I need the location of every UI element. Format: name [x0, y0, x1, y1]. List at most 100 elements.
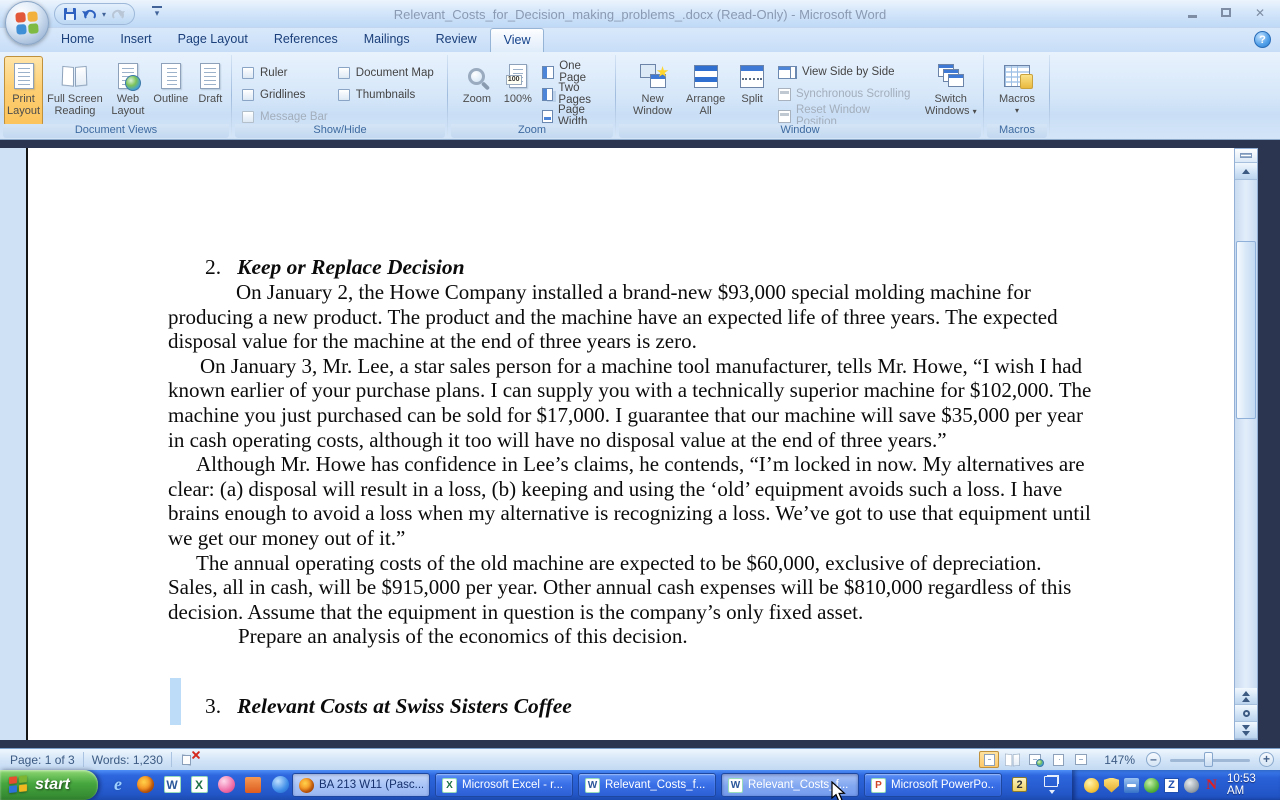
customize-qat-icon[interactable]: ▾	[152, 6, 162, 17]
ribbon-tab-row: Home Insert Page Layout References Maili…	[0, 28, 1280, 52]
ruler-toggle-icon[interactable]	[1235, 149, 1257, 163]
undo-dropdown-icon[interactable]: ▾	[102, 10, 106, 19]
taskbar-badge-icon[interactable]: 2	[1012, 777, 1027, 792]
excel-icon: X	[442, 778, 457, 793]
tray-shield-icon[interactable]	[1104, 778, 1119, 793]
draft-button[interactable]: Draft	[193, 56, 228, 126]
gridlines-checkbox[interactable]: Gridlines	[242, 84, 328, 106]
draft-icon	[200, 59, 220, 93]
start-button[interactable]: start	[0, 770, 98, 800]
synchronous-scrolling-button: Synchronous Scrolling	[774, 84, 917, 104]
group-window: New Window Arrange All Split View Side b…	[616, 52, 984, 139]
page-width-button[interactable]: Page Width	[538, 106, 612, 126]
taskbar-button-excel[interactable]: X Microsoft Excel - r...	[435, 773, 573, 797]
tab-review[interactable]: Review	[423, 28, 490, 52]
scrollbar-thumb[interactable]	[1236, 241, 1256, 419]
zoom-slider-thumb[interactable]	[1204, 752, 1213, 767]
scroll-up-icon[interactable]	[1235, 163, 1257, 180]
word-icon[interactable]: W	[162, 774, 182, 795]
taskbar-button-powerpoint[interactable]: P Microsoft PowerPo...	[864, 773, 1002, 797]
tab-home[interactable]: Home	[48, 28, 107, 52]
heading-swiss-sisters: 3.Relevant Costs at Swiss Sisters Coffee	[205, 693, 1092, 719]
firefox-icon[interactable]	[135, 774, 155, 795]
two-pages-button[interactable]: Two Pages	[538, 84, 612, 104]
arrange-all-button[interactable]: Arrange All	[681, 56, 730, 126]
tray-novell-icon[interactable]: N	[1204, 778, 1219, 793]
zoom-level[interactable]: 147%	[1104, 753, 1135, 767]
tray-key-icon[interactable]	[1124, 778, 1139, 793]
close-button[interactable]: ✕	[1246, 4, 1274, 22]
firefox-icon	[299, 778, 314, 793]
toolbar-chevron-icon[interactable]	[1044, 776, 1058, 787]
next-page-icon[interactable]	[1235, 722, 1257, 739]
checkbox-icon	[242, 111, 254, 123]
restore-button[interactable]	[1212, 4, 1240, 22]
checkbox-icon	[242, 67, 254, 79]
web-layout-button[interactable]: Web Layout	[107, 56, 149, 126]
zoom-slider[interactable]	[1170, 751, 1250, 768]
group-label-window: Window	[619, 124, 981, 138]
one-page-icon	[542, 66, 554, 79]
thumbnails-checkbox[interactable]: Thumbnails	[338, 84, 434, 106]
previous-page-icon[interactable]	[1235, 688, 1257, 705]
page-indicator[interactable]: Page: 1 of 3	[10, 753, 75, 767]
document-page[interactable]: 2.Keep or Replace Decision On January 2,…	[26, 148, 1236, 740]
title-bar: Relevant_Costs_for_Decision_making_probl…	[0, 0, 1280, 28]
status-outline-button[interactable]	[1048, 751, 1068, 768]
status-print-layout-button[interactable]	[979, 751, 999, 768]
office-button[interactable]	[5, 1, 49, 45]
messenger-icon[interactable]	[270, 774, 290, 795]
minimize-button[interactable]	[1178, 4, 1206, 22]
magnifier-icon	[468, 59, 485, 93]
tab-view[interactable]: View	[490, 28, 545, 52]
tab-mailings[interactable]: Mailings	[351, 28, 423, 52]
new-window-button[interactable]: New Window	[628, 56, 677, 126]
tab-references[interactable]: References	[261, 28, 351, 52]
print-layout-button[interactable]: Print Layout	[4, 56, 43, 126]
key-app-icon[interactable]	[216, 774, 236, 795]
tab-page-layout[interactable]: Page Layout	[165, 28, 261, 52]
excel-icon[interactable]: X	[189, 774, 209, 795]
reset-position-icon	[778, 110, 791, 123]
zoom-out-button[interactable]: –	[1146, 752, 1161, 767]
taskbar-button-firefox[interactable]: BA 213 W11 (Pasc...	[292, 773, 430, 797]
mail-app-icon[interactable]	[243, 774, 263, 795]
zoom-100-button[interactable]: 100 100%	[498, 56, 538, 126]
undo-icon[interactable]	[82, 8, 97, 21]
redo-icon[interactable]	[111, 8, 126, 21]
tray-antivirus-icon[interactable]	[1144, 778, 1159, 793]
tray-clock[interactable]: 10:53 AM	[1227, 773, 1272, 797]
switch-windows-button[interactable]: Switch Windows ▾	[921, 56, 980, 126]
status-draft-button[interactable]	[1071, 751, 1091, 768]
zoom-button[interactable]: Zoom	[456, 56, 498, 126]
tray-app-icon[interactable]	[1084, 778, 1099, 793]
split-button[interactable]: Split	[734, 56, 770, 126]
status-full-screen-button[interactable]	[1002, 751, 1022, 768]
macros-button[interactable]: Macros ▾	[989, 56, 1045, 126]
full-screen-reading-button[interactable]: Full Screen Reading	[43, 56, 107, 126]
tab-insert[interactable]: Insert	[107, 28, 164, 52]
internet-explorer-icon[interactable]: e	[108, 774, 128, 795]
taskbar-button-word-1[interactable]: W Relevant_Costs_f...	[578, 773, 716, 797]
select-browse-object-icon[interactable]	[1235, 705, 1257, 722]
tray-z-icon[interactable]: Z	[1164, 778, 1179, 793]
proofing-error-icon[interactable]	[182, 753, 200, 766]
document-map-checkbox[interactable]: Document Map	[338, 62, 434, 84]
vertical-scrollbar[interactable]	[1234, 148, 1258, 740]
quick-access-toolbar: ▾	[54, 3, 135, 25]
tray-volume-icon[interactable]	[1184, 778, 1199, 793]
outline-icon	[161, 59, 181, 93]
ribbon: Print Layout Full Screen Reading Web Lay…	[0, 52, 1280, 140]
status-web-layout-button[interactable]	[1025, 751, 1045, 768]
ruler-checkbox[interactable]: Ruler	[242, 62, 328, 84]
save-icon[interactable]	[63, 7, 77, 21]
zoom-in-button[interactable]: +	[1259, 752, 1274, 767]
powerpoint-icon: P	[871, 778, 886, 793]
window-title: Relevant_Costs_for_Decision_making_probl…	[0, 7, 1280, 22]
help-icon[interactable]: ?	[1254, 31, 1271, 48]
taskbar: start e W X BA 213 W11 (Pasc... X Micros…	[0, 770, 1280, 800]
one-page-button[interactable]: One Page	[538, 62, 612, 82]
outline-button[interactable]: Outline	[149, 56, 193, 126]
view-side-by-side-button[interactable]: View Side by Side	[774, 62, 917, 82]
word-count[interactable]: Words: 1,230	[92, 753, 163, 767]
